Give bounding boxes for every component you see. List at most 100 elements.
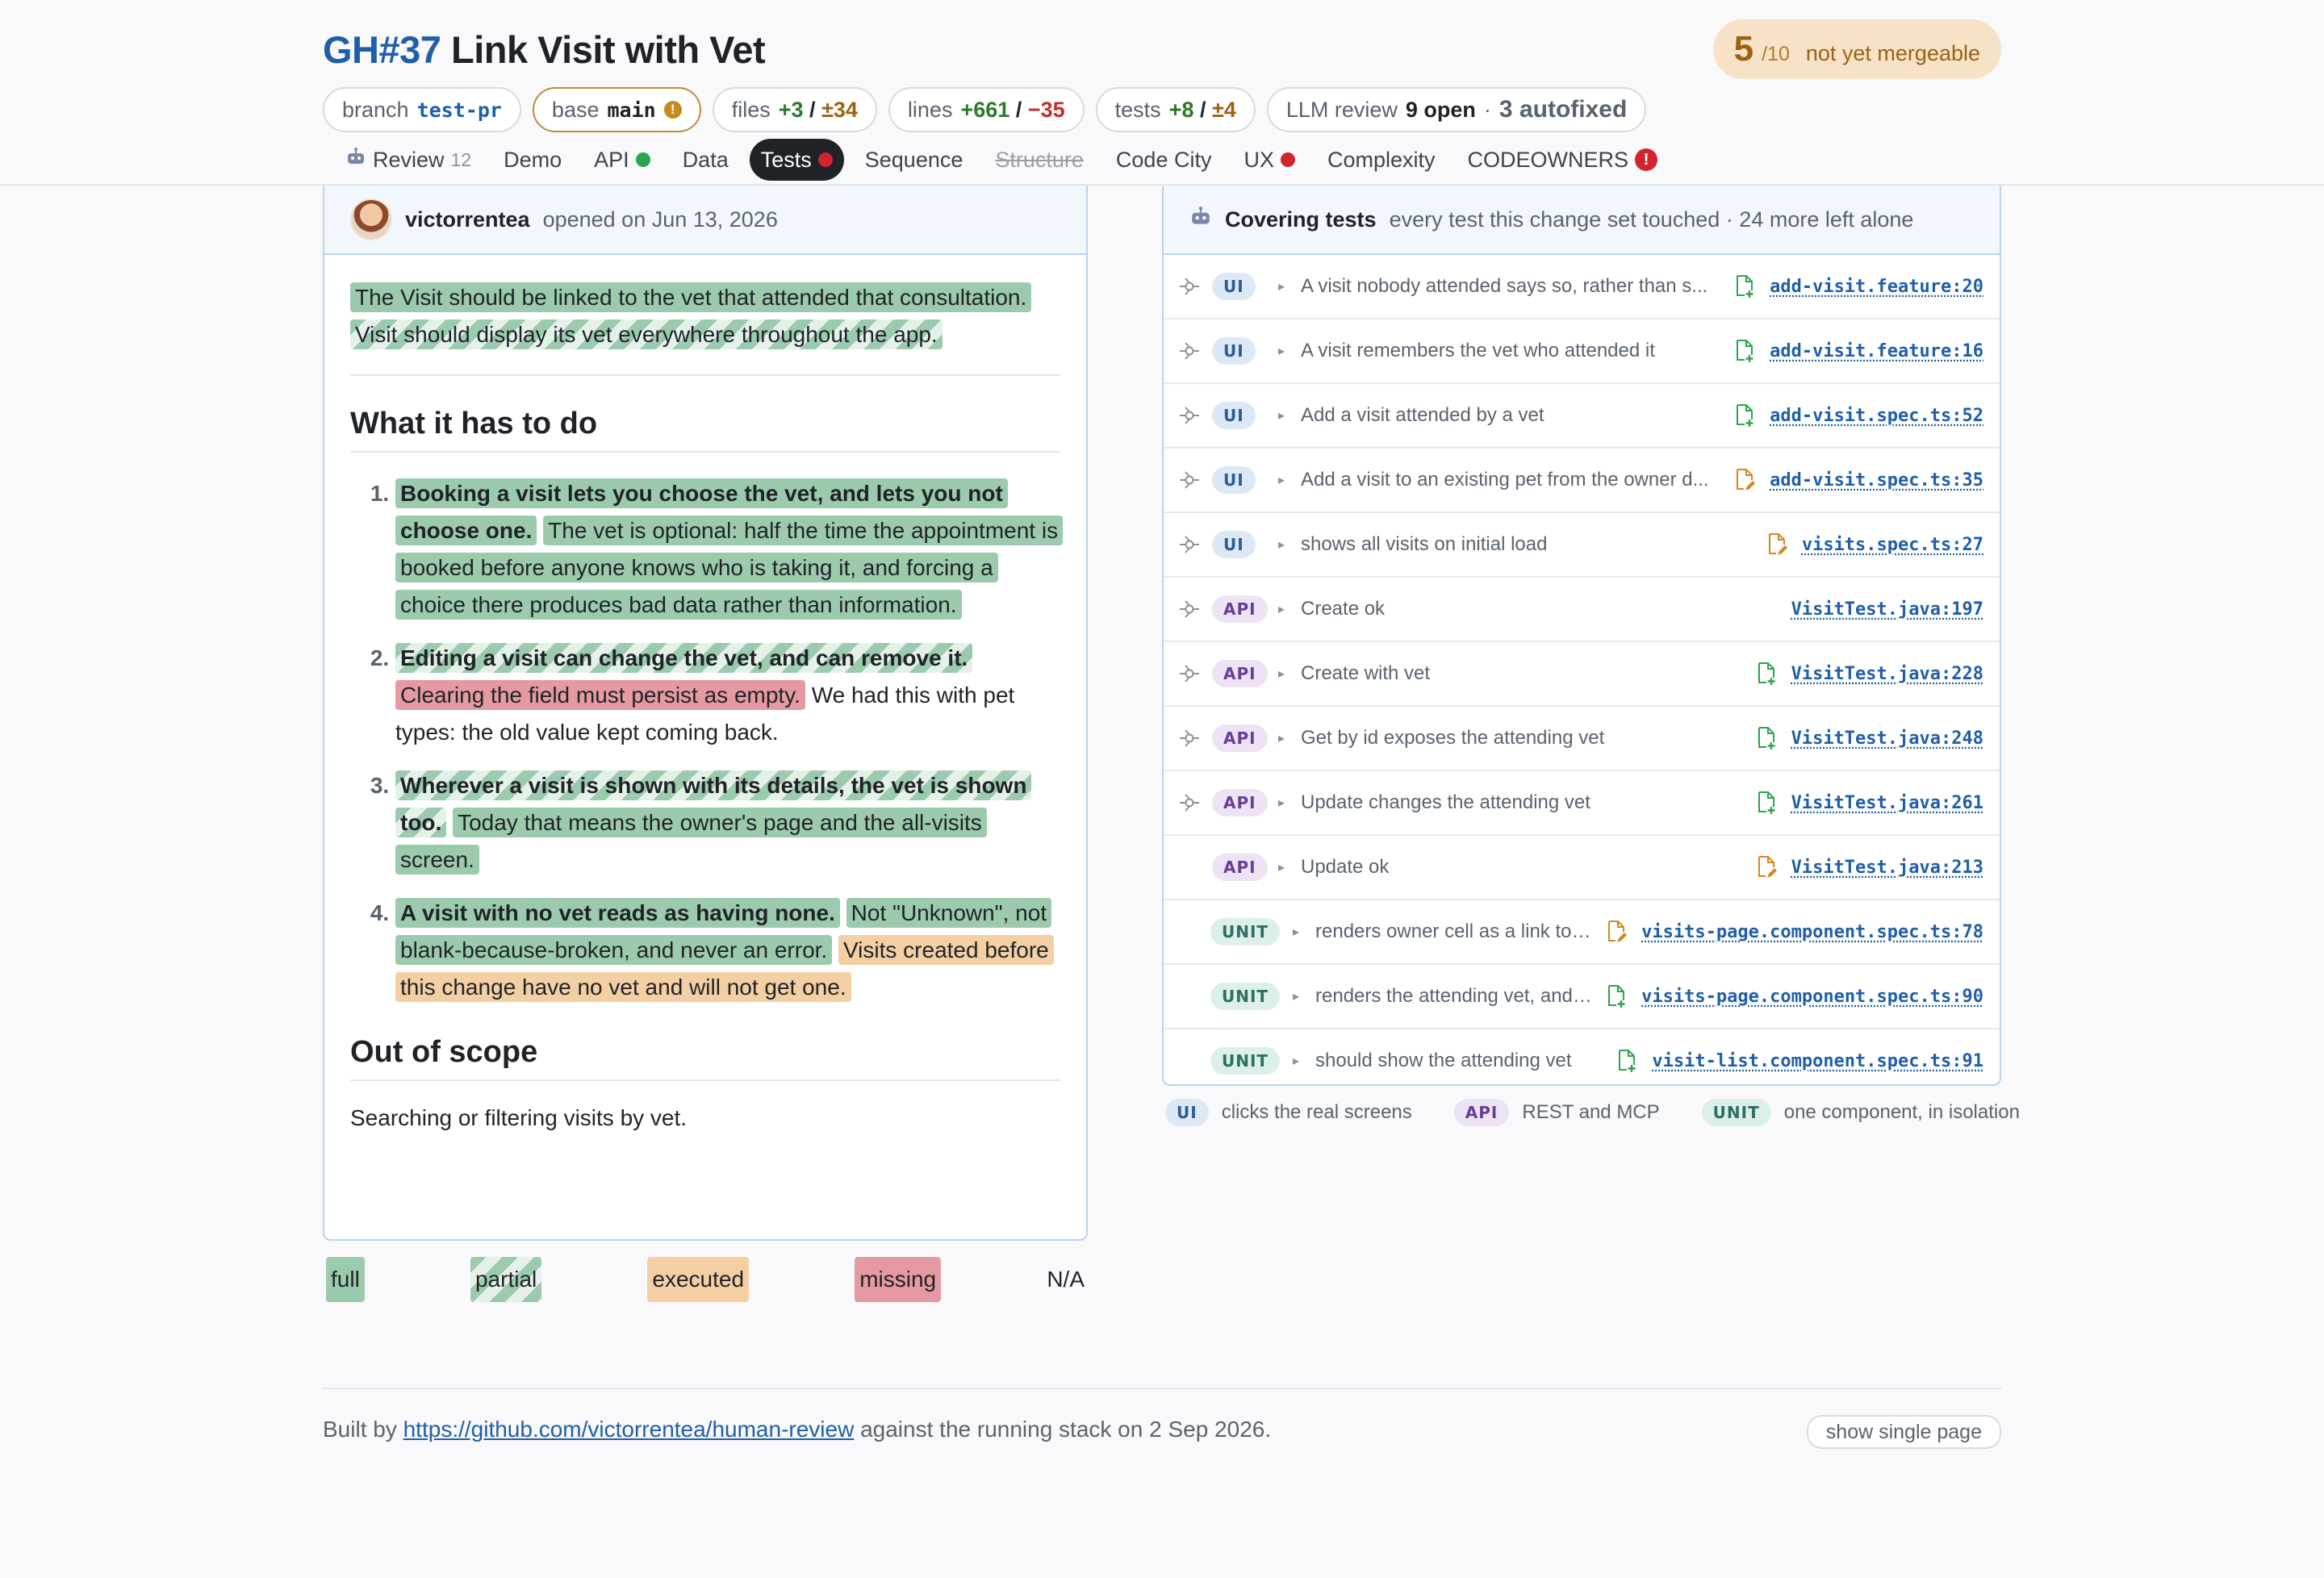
status-dot-red — [1280, 152, 1295, 167]
legend-na: N/A — [1047, 1267, 1085, 1292]
test-file-link[interactable]: VisitTest.java:248 — [1791, 728, 1983, 749]
tests-pill[interactable]: tests +8 / ±4 — [1095, 87, 1256, 132]
file-added-icon — [1756, 791, 1777, 815]
expand-icon[interactable]: ▸ — [1293, 1053, 1299, 1069]
expand-icon[interactable]: ▸ — [1293, 924, 1299, 940]
test-file-link[interactable]: add-visit.feature:20 — [1770, 277, 1983, 297]
test-file-link[interactable]: add-visit.feature:16 — [1770, 341, 1983, 361]
title-text: Link Visit with Vet — [450, 27, 766, 71]
avatar[interactable] — [350, 198, 392, 240]
expand-icon[interactable]: ▸ — [1293, 988, 1299, 1004]
covering-tests-panel: Covering tests every test this change se… — [1162, 186, 2001, 1086]
requirement-text: Clearing the field must persist as empty… — [395, 680, 805, 710]
expand-icon[interactable]: ▸ — [1278, 859, 1285, 875]
test-name: Update ok — [1301, 856, 1390, 878]
expand-icon[interactable]: ▸ — [1278, 278, 1285, 294]
tab-code-city[interactable]: Code City — [1105, 139, 1223, 181]
file-added-icon — [1734, 339, 1755, 363]
test-file-link[interactable]: VisitTest.java:213 — [1791, 858, 1983, 878]
test-row[interactable]: UI ▸ shows all visits on initial load visit… — [1164, 513, 2000, 578]
file-edited-icon — [1606, 920, 1627, 944]
test-file-link[interactable]: visits-page.component.spec.ts:90 — [1641, 987, 1983, 1007]
test-file-link[interactable]: VisitTest.java:197 — [1791, 599, 1983, 620]
test-row[interactable]: UNIT ▸ should show the attending vet visit-… — [1164, 1029, 2000, 1092]
expand-icon[interactable]: ▸ — [1278, 343, 1285, 359]
story-intro: The Visit should be linked to the vet th… — [350, 279, 1060, 353]
test-file-link[interactable]: add-visit.spec.ts:35 — [1770, 470, 1983, 491]
test-file-link[interactable]: visits.spec.ts:27 — [1802, 535, 1983, 555]
tab-complexity[interactable]: Complexity — [1316, 139, 1447, 181]
expand-icon[interactable]: ▸ — [1278, 730, 1285, 746]
footer-suffix: against the running stack on 2 Sep 2026. — [860, 1417, 1272, 1442]
tab-sequence[interactable]: Sequence — [854, 139, 975, 181]
story-panel: victorrentea opened on Jun 13, 2026 The … — [323, 186, 1088, 1241]
tab-review[interactable]: Review 12 — [334, 139, 483, 181]
tab-structure[interactable]: Structure — [984, 139, 1095, 181]
test-kind-badge: API — [1212, 854, 1268, 881]
test-name: renders the attending vet, and ... — [1315, 985, 1593, 1007]
test-kind-badge: API — [1212, 660, 1268, 687]
tab-sequence-label: Sequence — [864, 147, 963, 172]
llm-review-pill[interactable]: LLM review 9 open · 3 autofixed — [1266, 87, 1647, 132]
file-added-icon — [1606, 984, 1627, 1008]
files-pill[interactable]: files +3 / ±34 — [712, 87, 877, 132]
covering-tests-subtitle: every test this change set touched · 24 … — [1389, 207, 1914, 232]
test-kind-badge: UI — [1212, 273, 1256, 300]
test-name: shows all visits on initial load — [1301, 533, 1548, 555]
expand-icon[interactable]: ▸ — [1278, 795, 1285, 811]
test-row[interactable]: UI ▸ Add a visit to an existing pet from t… — [1164, 449, 2000, 513]
tab-complexity-label: Complexity — [1327, 147, 1436, 172]
expand-icon[interactable]: ▸ — [1278, 536, 1285, 553]
tab-ux[interactable]: UX — [1232, 139, 1306, 181]
test-row[interactable]: UNIT ▸ renders the attending vet, and ... v… — [1164, 965, 2000, 1029]
tab-data[interactable]: Data — [671, 139, 740, 181]
test-row[interactable]: API ▸ Update ok VisitTest.java:213 — [1164, 836, 2000, 900]
issue-link[interactable]: GH#37 — [323, 28, 441, 71]
tab-codeowners[interactable]: CODEOWNERS! — [1457, 139, 1670, 181]
score-of: /10 — [1762, 43, 1790, 65]
test-row[interactable]: API ▸ Create ok VisitTest.java:197 — [1164, 578, 2000, 642]
legend-badge-unit: UNIT — [1701, 1099, 1771, 1126]
test-row[interactable]: API ▸ Create with vet VisitTest.java:228 — [1164, 642, 2000, 707]
test-row[interactable]: UNIT ▸ renders owner cell as a link to /..… — [1164, 900, 2000, 965]
commit-icon — [1178, 662, 1201, 685]
llm-dot: · — [1483, 97, 1491, 122]
test-file-link[interactable]: visit-list.component.spec.ts:91 — [1652, 1051, 1983, 1071]
test-name: A visit remembers the vet who attended i… — [1301, 340, 1655, 361]
test-row[interactable]: API ▸ Get by id exposes the attending vet V… — [1164, 707, 2000, 771]
coverage-partial-text: Visit should display its vet everywhere … — [350, 319, 943, 349]
file-added-icon — [1734, 403, 1755, 428]
test-file-link[interactable]: VisitTest.java:228 — [1791, 664, 1983, 684]
expand-icon[interactable]: ▸ — [1278, 407, 1285, 424]
expand-icon[interactable]: ▸ — [1278, 601, 1285, 617]
coverage-legend: full partial executed missing N/A — [326, 1257, 1085, 1302]
expand-icon[interactable]: ▸ — [1278, 666, 1285, 682]
base-pill[interactable]: base main ! — [532, 87, 701, 132]
test-row[interactable]: UI ▸ Add a visit attended by a vet add-visi… — [1164, 384, 2000, 449]
test-row[interactable]: UI ▸ A visit nobody attended says so, rath… — [1164, 255, 2000, 319]
summary-pills: branch test-pr base main ! files +3 / ±3… — [323, 87, 1647, 132]
requirement-title: A visit with no vet reads as having none… — [395, 898, 840, 928]
show-single-page-button[interactable]: show single page — [1806, 1415, 2001, 1449]
file-edited-icon — [1756, 855, 1777, 879]
test-name: Add a visit attended by a vet — [1301, 404, 1544, 426]
tab-demo[interactable]: Demo — [492, 139, 573, 181]
lines-pill[interactable]: lines +661 / −35 — [888, 87, 1085, 132]
test-file-link[interactable]: visits-page.component.spec.ts:78 — [1641, 922, 1983, 942]
repo-link[interactable]: https://github.com/victorrentea/human-re… — [403, 1417, 855, 1442]
merge-score-badge: 5 /10 not yet mergeable — [1712, 19, 2001, 79]
test-row[interactable]: API ▸ Update changes the attending vet Visi… — [1164, 771, 2000, 836]
expand-icon[interactable]: ▸ — [1278, 472, 1285, 488]
test-file-link[interactable]: VisitTest.java:261 — [1791, 793, 1983, 813]
author-name[interactable]: victorrentea — [405, 207, 530, 232]
footer-prefix: Built by — [323, 1417, 397, 1442]
test-file-link[interactable]: add-visit.spec.ts:52 — [1770, 406, 1983, 426]
test-row[interactable]: UI ▸ A visit remembers the vet who attende… — [1164, 319, 2000, 384]
tab-tests-label: Tests — [760, 147, 812, 172]
tab-api[interactable]: API — [583, 139, 662, 181]
tab-bar: Review 12 Demo API Data Tests Sequence S… — [334, 139, 1678, 181]
file-added-icon — [1756, 662, 1777, 686]
footer-divider — [323, 1388, 2001, 1389]
tab-tests[interactable]: Tests — [749, 139, 844, 181]
branch-pill[interactable]: branch test-pr — [323, 87, 521, 132]
